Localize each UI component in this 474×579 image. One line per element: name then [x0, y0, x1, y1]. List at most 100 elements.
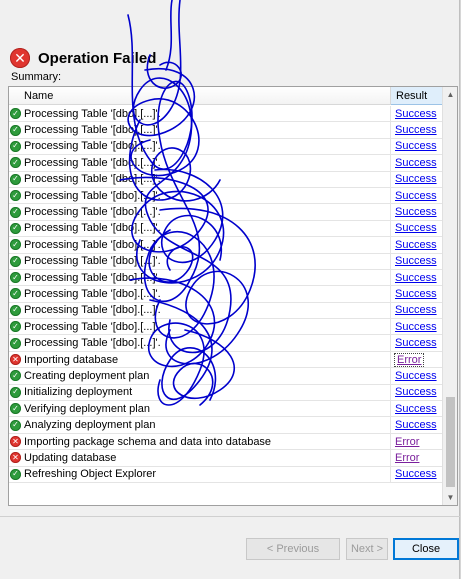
table-row[interactable]: ✕ Importing database Error [9, 351, 443, 369]
table-row[interactable]: ✓ Processing Table '[dbo].[...]'. Success [9, 286, 443, 303]
row-result-cell: Success [391, 106, 443, 121]
table-header: Name Result [9, 87, 443, 105]
row-name-cell: ✓ Processing Table '[dbo].[...]'. [9, 302, 391, 319]
table-row[interactable]: ✓ Processing Table '[dbo].[...]'. Success [9, 253, 443, 270]
operation-failed-dialog: ✕ Operation Failed Summary: Name Result … [0, 0, 460, 579]
result-success-link[interactable]: Success [395, 124, 437, 136]
check-circle-icon: ✓ [10, 108, 21, 120]
table-row[interactable]: ✕ Updating database Error [9, 450, 443, 467]
table-row[interactable]: ✓ Processing Table '[dbo].[...]'. Success [9, 171, 443, 188]
result-success-link[interactable]: Success [395, 403, 437, 415]
row-result-cell: Success [391, 237, 443, 252]
close-button[interactable]: Close [393, 538, 459, 560]
row-name-text: Analyzing deployment plan [24, 419, 156, 432]
row-result-cell: Success [391, 385, 443, 400]
result-success-link[interactable]: Success [395, 108, 437, 120]
error-circle-icon: ✕ [10, 354, 21, 366]
row-name-text: Processing Table '[dbo].[...]'. [24, 304, 161, 317]
table-row[interactable]: ✓ Verifying deployment plan Success [9, 401, 443, 418]
row-name-text: Initializing deployment [24, 386, 133, 399]
row-result-cell: Success [391, 335, 443, 350]
vertical-scrollbar[interactable]: ▲ ▼ [442, 87, 457, 505]
result-success-link[interactable]: Success [395, 386, 437, 398]
result-success-link[interactable]: Success [395, 288, 437, 300]
row-name-text: Processing Table '[dbo].[...]'. [24, 337, 161, 350]
result-success-link[interactable]: Success [395, 173, 437, 185]
scrollbar-thumb[interactable] [446, 397, 455, 487]
row-result-cell: Success [391, 172, 443, 187]
result-success-link[interactable]: Success [395, 140, 437, 152]
check-circle-icon: ✓ [10, 206, 21, 218]
check-circle-icon: ✓ [10, 403, 21, 415]
result-success-link[interactable]: Success [395, 272, 437, 284]
table-row[interactable]: ✓ Analyzing deployment plan Success [9, 417, 443, 434]
table-row[interactable]: ✓ Creating deployment plan Success [9, 368, 443, 385]
check-circle-icon: ✓ [10, 386, 21, 398]
result-error-link[interactable]: Error [395, 452, 419, 464]
table-row[interactable]: ✓ Processing Table '[dbo].[...]'. Success [9, 302, 443, 320]
row-name-cell: ✕ Importing database [9, 351, 391, 368]
result-success-link[interactable]: Success [395, 157, 437, 169]
row-name-text: Processing Table '[dbo].[...]'. [24, 107, 161, 120]
error-circle-icon: ✕ [10, 436, 21, 447]
dialog-header: ✕ Operation Failed [10, 46, 156, 70]
row-result-cell: Success [391, 401, 443, 416]
row-result-cell: Error [391, 450, 443, 465]
result-success-link[interactable]: Success [395, 255, 437, 267]
table-row[interactable]: ✕ Importing package schema and data into … [9, 433, 443, 451]
table-row[interactable]: ✓ Processing Table '[dbo].[...]'. Success [9, 269, 443, 287]
result-success-link[interactable]: Success [395, 370, 437, 382]
row-result-cell: Success [391, 270, 443, 285]
table-row[interactable]: ✓ Processing Table '[dbo].[...]'. Success [9, 319, 443, 336]
check-circle-icon: ✓ [10, 157, 21, 169]
row-name-text: Processing Table '[dbo].[...]'. [24, 238, 161, 251]
result-error-link[interactable]: Error [393, 352, 425, 367]
row-result-cell: Success [391, 139, 443, 154]
window: ✕ Operation Failed Summary: Name Result … [0, 0, 474, 579]
row-name-text: Processing Table '[dbo].[...]'. [24, 271, 161, 284]
table-row[interactable]: ✓ Processing Table '[dbo].[...]'. Success [9, 155, 443, 172]
row-name-cell: ✓ Verifying deployment plan [9, 401, 391, 417]
check-circle-icon: ✓ [10, 239, 21, 251]
result-success-link[interactable]: Success [395, 468, 437, 480]
table-row[interactable]: ✓ Processing Table '[dbo].[...]'. Success [9, 204, 443, 221]
result-success-link[interactable]: Success [395, 222, 437, 234]
result-success-link[interactable]: Success [395, 190, 437, 202]
result-error-link[interactable]: Error [395, 436, 419, 448]
row-result-cell: Success [391, 254, 443, 269]
next-button[interactable]: Next > [346, 538, 388, 560]
result-success-link[interactable]: Success [395, 337, 437, 349]
result-success-link[interactable]: Success [395, 304, 437, 316]
table-row[interactable]: ✓ Refreshing Object Explorer Success [9, 466, 443, 483]
row-name-cell: ✓ Initializing deployment [9, 384, 391, 401]
row-result-cell: Success [391, 286, 443, 301]
row-result-cell: Error [391, 352, 443, 367]
row-name-cell: ✓ Processing Table '[dbo].[...]'. [9, 253, 391, 269]
column-header-result[interactable]: Result [391, 87, 443, 105]
table-row[interactable]: ✓ Initializing deployment Success [9, 384, 443, 402]
result-success-link[interactable]: Success [395, 239, 437, 251]
row-name-cell: ✓ Processing Table '[dbo].[...]'. [9, 171, 391, 187]
result-success-link[interactable]: Success [395, 419, 437, 431]
row-name-cell: ✓ Processing Table '[dbo].[...]'. [9, 220, 391, 237]
row-name-text: Processing Table '[dbo].[...]'. [24, 255, 161, 268]
table-row[interactable]: ✓ Processing Table '[dbo].[...]'. Success [9, 122, 443, 139]
previous-button[interactable]: < Previous [246, 538, 340, 560]
table-row[interactable]: ✓ Processing Table '[dbo].[...]'. Success [9, 220, 443, 238]
table-row[interactable]: ✓ Processing Table '[dbo].[...]'. Success [9, 237, 443, 254]
column-header-name[interactable]: Name [9, 87, 391, 105]
row-result-cell: Error [391, 434, 443, 449]
scroll-down-icon[interactable]: ▼ [443, 490, 457, 505]
table-row[interactable]: ✓ Processing Table '[dbo].[...]'. Success [9, 106, 443, 123]
table-row[interactable]: ✓ Processing Table '[dbo].[...]'. Success [9, 335, 443, 352]
table-body: ✓ Processing Table '[dbo].[...]'. Success ✓… [9, 106, 443, 483]
result-success-link[interactable]: Success [395, 321, 437, 333]
table-row[interactable]: ✓ Processing Table '[dbo].[...]'. Success [9, 138, 443, 156]
row-name-text: Updating database [24, 451, 117, 464]
row-name-text: Processing Table '[dbo].[...]'. [24, 287, 161, 300]
table-row[interactable]: ✓ Processing Table '[dbo].[...]'. Success [9, 187, 443, 205]
result-success-link[interactable]: Success [395, 206, 437, 218]
scroll-up-icon[interactable]: ▲ [443, 87, 457, 102]
row-name-text: Importing database [24, 353, 119, 366]
check-circle-icon: ✓ [10, 255, 21, 267]
